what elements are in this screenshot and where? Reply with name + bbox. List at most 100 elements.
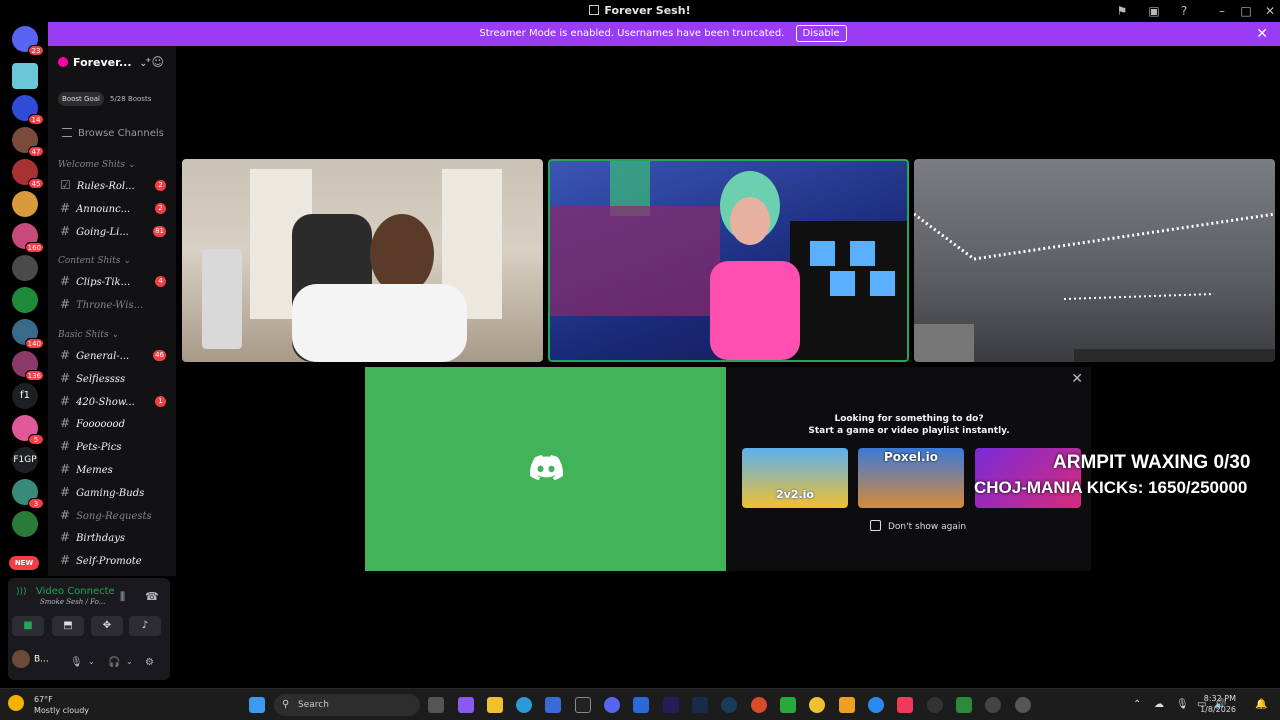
app-icon[interactable]	[868, 697, 884, 713]
server-icon[interactable]: 136	[12, 351, 44, 381]
noise-suppression-icon[interactable]: ⫼	[120, 590, 125, 604]
user-panel[interactable]: B...	[12, 650, 49, 668]
outlook-icon[interactable]	[633, 697, 649, 713]
headphones-icon[interactable]: 🎧	[108, 657, 120, 668]
roblox-icon[interactable]	[839, 697, 855, 713]
hash-icon: #	[60, 416, 71, 431]
tray-chevron-icon[interactable]: ⌃	[1133, 699, 1141, 710]
game-card-poxel[interactable]: Poxel.io	[858, 448, 964, 508]
guild-header[interactable]: Forever... ⌄ ⁺☺	[48, 46, 176, 80]
premiere-icon[interactable]	[663, 697, 679, 713]
add-person-icon[interactable]: ⁺☺	[145, 55, 164, 69]
brave-icon[interactable]	[751, 697, 767, 713]
boost-goal[interactable]: Boost Goal 5/28 Boosts	[58, 92, 166, 108]
signal-icon[interactable]: )))	[16, 587, 28, 597]
game-card-2v2[interactable]: 2v2.io	[742, 448, 848, 508]
activity-placeholder-tile[interactable]	[365, 367, 726, 571]
new-servers-pill[interactable]: NEW	[9, 556, 39, 570]
onedrive-icon[interactable]: ☁	[1154, 699, 1164, 710]
xbox-icon[interactable]	[780, 697, 796, 713]
disconnect-icon[interactable]: ☎	[145, 590, 159, 603]
taskbar-search[interactable]: ⚲ Search	[274, 694, 420, 716]
channel-item[interactable]: # Birthdays	[48, 526, 176, 549]
screen-share-button[interactable]: ⬒	[52, 616, 84, 636]
channel-item[interactable]: # Throne-Wis...	[48, 293, 176, 316]
system-clock[interactable]: 8:32 PM 1/8/2026	[1200, 693, 1236, 715]
edge-icon[interactable]	[516, 697, 532, 713]
microphone-icon[interactable]: 🎙	[70, 657, 83, 668]
chevron-down-icon[interactable]: ⌄	[126, 657, 133, 666]
voice-location[interactable]: Smoke Sesh / Fo...	[40, 598, 105, 606]
server-icon[interactable]: 14	[12, 95, 44, 125]
category-welcome[interactable]: Welcome Shits ⌄	[48, 160, 176, 174]
video-tile[interactable]	[182, 159, 543, 362]
channel-item[interactable]: # Going-Li... 81	[48, 220, 176, 243]
server-icon[interactable]	[12, 287, 38, 313]
channel-item[interactable]: ☑ Rules-Rol... 2	[48, 174, 176, 197]
close-icon[interactable]: ✕	[1071, 371, 1083, 387]
video-tile-active[interactable]	[548, 159, 909, 362]
activities-button[interactable]: ✥	[91, 616, 123, 636]
monitor-icon[interactable]: ▣	[1146, 3, 1162, 19]
epic-games-icon[interactable]	[575, 697, 591, 713]
soundboard-button[interactable]: ♪	[129, 616, 161, 636]
app-icon[interactable]	[985, 697, 1001, 713]
notifications-icon[interactable]: 🔔	[1255, 699, 1267, 710]
channel-item[interactable]: # General-... 46	[48, 344, 176, 367]
store-icon[interactable]	[545, 697, 561, 713]
server-icon[interactable]: 160	[12, 223, 44, 253]
channel-item[interactable]: # Song-Requests	[48, 504, 176, 527]
microphone-icon[interactable]: 🎙	[1176, 699, 1189, 710]
channel-item[interactable]: # Pets-Pics	[48, 435, 176, 458]
activity-shelf: ✕ Looking for something to do? Start a g…	[727, 367, 1091, 571]
settings-gear-icon[interactable]: ⚙	[145, 657, 154, 668]
channel-item[interactable]: # Memes	[48, 458, 176, 481]
channel-item[interactable]: # Gaming-Buds	[48, 481, 176, 504]
obs-icon[interactable]	[927, 697, 943, 713]
voice-connection-panel: ))) Video Connecte Smoke Sesh / Fo... ⫼ ☎…	[8, 578, 170, 680]
chrome-icon[interactable]	[809, 697, 825, 713]
lightroom-icon[interactable]	[692, 697, 708, 713]
minimize-icon[interactable]: –	[1214, 3, 1230, 19]
close-window-icon[interactable]: ✕	[1262, 3, 1278, 19]
file-explorer-icon[interactable]	[487, 697, 503, 713]
channel-item[interactable]: # Fooooood	[48, 412, 176, 435]
server-f1gp[interactable]: F1GP	[12, 447, 38, 473]
direct-messages-icon[interactable]: 23	[12, 26, 44, 56]
server-icon[interactable]: 45	[12, 159, 44, 189]
server-icon[interactable]: 140	[12, 319, 44, 349]
music-icon[interactable]	[897, 697, 913, 713]
server-icon[interactable]	[12, 255, 38, 281]
server-f1[interactable]: f1	[12, 383, 38, 409]
camera-button[interactable]: ■	[12, 616, 44, 636]
category-basic[interactable]: Basic Shits ⌄	[48, 330, 176, 344]
maximize-icon[interactable]: □	[1238, 3, 1254, 19]
close-banner-icon[interactable]: ✕	[1256, 22, 1268, 46]
server-icon[interactable]: 3	[12, 479, 44, 509]
disable-streamer-mode-button[interactable]: Disable	[795, 25, 847, 42]
steam-icon[interactable]	[721, 697, 737, 713]
server-icon[interactable]	[12, 63, 38, 89]
video-tile[interactable]	[914, 159, 1275, 362]
inbox-flag-icon[interactable]: ⚑	[1114, 3, 1130, 19]
channel-item[interactable]: #420-Show... 1	[48, 390, 176, 413]
category-content[interactable]: Content Shits ⌄	[48, 256, 176, 270]
start-windows-icon[interactable]	[249, 697, 265, 713]
discord-icon[interactable]	[604, 697, 620, 713]
server-icon[interactable]	[12, 511, 38, 537]
copilot-icon[interactable]	[458, 697, 474, 713]
terminal-icon[interactable]	[956, 697, 972, 713]
help-icon[interactable]: ?	[1176, 3, 1192, 19]
channel-item[interactable]: # Clips-Tik... 4	[48, 270, 176, 293]
channel-item[interactable]: # Announc... 2	[48, 197, 176, 220]
server-icon[interactable]: 5	[12, 415, 44, 445]
server-icon[interactable]: 47	[12, 127, 44, 157]
channel-item[interactable]: # Selfiessss	[48, 367, 176, 390]
server-icon[interactable]	[12, 191, 38, 217]
chevron-down-icon[interactable]: ⌄	[88, 657, 95, 666]
channel-item[interactable]: # Self-Promote	[48, 549, 176, 572]
app-icon[interactable]	[1015, 697, 1031, 713]
dont-show-again-checkbox[interactable]: Don't show again	[870, 520, 966, 532]
browse-channels[interactable]: Browse Channels	[48, 128, 176, 146]
task-view-icon[interactable]	[428, 697, 444, 713]
